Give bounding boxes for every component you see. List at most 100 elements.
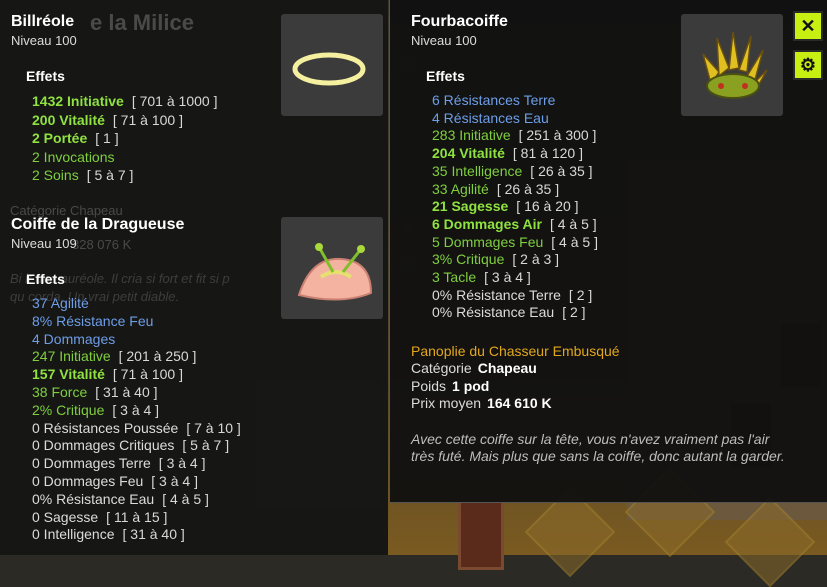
effect-value: 0 Sagesse — [32, 508, 99, 525]
effect-range: [ 5 à 7 ] — [86, 167, 134, 183]
item-image — [681, 14, 783, 116]
effect-value: 2 Invocations — [32, 148, 115, 165]
effect-range: [ 4 à 5 ] — [549, 215, 597, 232]
item-title: Fourbacoiffe — [411, 13, 508, 30]
ghost-title: e la Milice — [90, 10, 194, 35]
item-title: Billréole — [11, 13, 75, 30]
scene-frame — [458, 500, 504, 570]
effect-value: 8% Résistance Feu — [32, 312, 154, 329]
effect-row: 0 Intelligence [ 31 à 40 ] — [32, 526, 185, 542]
effect-row: 38 Force [ 31 à 40 ] — [32, 384, 158, 400]
price-value: 164 610 K — [487, 395, 552, 411]
effect-row: 6 Résistances Terre — [432, 92, 555, 108]
effect-range: [ 4 à 5 ] — [162, 490, 209, 507]
effect-range: [ 81 à 120 ] — [512, 145, 583, 162]
effect-range: [ 31 à 40 ] — [122, 526, 185, 543]
effect-row: 4 Résistances Eau — [432, 110, 549, 126]
effect-value: 3% Critique — [432, 251, 505, 268]
effect-row: 4 Dommages — [32, 331, 115, 347]
effects-heading: Effets — [426, 68, 465, 84]
item-level: Niveau 100 — [411, 33, 477, 48]
category-label: Catégorie — [411, 360, 472, 376]
effect-range: [ 3 à 4 ] — [112, 401, 160, 418]
effect-row: 0% Résistance Eau [ 2 ] — [432, 304, 586, 320]
close-icon: ✕ — [800, 15, 816, 36]
halo-icon — [292, 52, 366, 86]
effect-row: 283 Initiative [ 251 à 300 ] — [432, 127, 596, 143]
effect-range: [ 26 à 35 ] — [496, 180, 560, 197]
effects-heading: Effets — [26, 271, 65, 287]
effect-range: [ 3 à 4 ] — [484, 269, 531, 285]
weight-value: 1 pod — [452, 378, 490, 394]
hat-icon — [297, 243, 373, 301]
effect-value: 33 Agilité — [432, 180, 489, 197]
effect-range: [ 3 à 4 ] — [151, 473, 198, 489]
price-label: Prix moyen — [411, 395, 482, 411]
category-value: Chapeau — [477, 360, 537, 376]
effect-value: 4 Dommages — [32, 330, 116, 347]
effect-range: [ 2 ] — [562, 304, 586, 321]
effect-row: 35 Intelligence [ 26 à 35 ] — [432, 163, 593, 179]
effect-value: 283 Initiative — [432, 127, 511, 144]
price-row: Prix moyen 164 610 K — [411, 395, 552, 411]
effect-value: 1432 Initiative — [32, 93, 124, 109]
gear-icon: ⚙ — [799, 54, 817, 75]
item-level: Niveau 109 — [11, 236, 77, 251]
item-description: Avec cette coiffe sur la tête, vous n'av… — [411, 431, 785, 464]
item-tooltip-coiffe-dragueuse: Catégorie Chapeau 328 076 K Bi it une au… — [0, 200, 418, 555]
effect-value: 21 Sagesse — [432, 198, 509, 215]
effect-range: [ 4 à 5 ] — [551, 233, 598, 250]
effect-row: 157 Vitalité [ 71 à 100 ] — [32, 366, 183, 382]
effect-row: 6 Dommages Air [ 4 à 5 ] — [432, 216, 597, 232]
close-button[interactable]: ✕ — [793, 11, 823, 41]
effect-row: 37 Agilité — [32, 295, 89, 311]
effect-range: [ 3 à 4 ] — [158, 455, 206, 472]
effect-value: 0% Résistance Terre — [432, 286, 561, 303]
effect-value: 0 Dommages Terre — [32, 455, 151, 472]
spiky-hat-icon — [702, 31, 768, 99]
item-image — [281, 14, 383, 116]
effect-range: [ 26 à 35 ] — [530, 162, 593, 179]
set-name-link[interactable]: Panoplie du Chasseur Embusqué — [411, 343, 620, 359]
effect-row: 0% Résistance Terre [ 2 ] — [432, 287, 592, 303]
weight-row: Poids 1 pod — [411, 378, 489, 394]
effect-value: 200 Vitalité — [32, 111, 105, 128]
effect-row: 0 Dommages Critiques [ 5 à 7 ] — [32, 437, 229, 453]
effect-row: 0 Dommages Terre [ 3 à 4 ] — [32, 455, 206, 471]
effect-value: 6 Dommages Air — [432, 215, 542, 232]
effect-range: [ 1 ] — [95, 130, 119, 146]
effect-row: 3% Critique [ 2 à 3 ] — [432, 251, 559, 267]
effect-value: 0% Résistance Eau — [32, 490, 155, 507]
effect-range: [ 701 à 1000 ] — [131, 93, 218, 109]
effect-range: [ 5 à 7 ] — [182, 437, 230, 454]
item-level: Niveau 100 — [11, 33, 77, 48]
effect-range: [ 71 à 100 ] — [112, 366, 183, 383]
effect-range: [ 251 à 300 ] — [518, 127, 597, 144]
effect-value: 204 Vitalité — [432, 145, 505, 162]
effect-row: 2 Invocations — [32, 149, 115, 165]
effect-value: 0% Résistance Eau — [432, 304, 555, 321]
ghost-price: 328 076 K — [72, 237, 132, 252]
effect-row: 0 Résistances Poussée [ 7 à 10 ] — [32, 420, 241, 436]
effect-range: [ 11 à 15 ] — [106, 508, 168, 525]
effect-value: 2% Critique — [32, 401, 105, 418]
effect-row: 2 Soins [ 5 à 7 ] — [32, 167, 133, 183]
effect-row: 200 Vitalité [ 71 à 100 ] — [32, 112, 183, 128]
effect-row: 21 Sagesse [ 16 à 20 ] — [432, 198, 579, 214]
effect-range: [ 16 à 20 ] — [516, 198, 579, 215]
settings-button[interactable]: ⚙ — [793, 50, 823, 80]
item-image — [281, 217, 383, 319]
effect-value: 247 Initiative — [32, 348, 111, 365]
effect-value: 0 Dommages Feu — [32, 473, 144, 489]
effect-row: 1432 Initiative [ 701 à 1000 ] — [32, 93, 217, 109]
effect-row: 33 Agilité [ 26 à 35 ] — [432, 181, 559, 197]
effect-row: 8% Résistance Feu — [32, 313, 153, 329]
effect-row: 5 Dommages Feu [ 4 à 5 ] — [432, 234, 598, 250]
item-title: Coiffe de la Dragueuse — [11, 216, 185, 233]
effect-range: [ 71 à 100 ] — [112, 111, 183, 128]
effect-row: 204 Vitalité [ 81 à 120 ] — [432, 145, 583, 161]
effect-value: 37 Agilité — [32, 295, 89, 311]
effect-range: [ 2 ] — [568, 286, 593, 303]
effect-value: 2 Soins — [32, 167, 79, 183]
effect-value: 0 Intelligence — [32, 526, 115, 543]
